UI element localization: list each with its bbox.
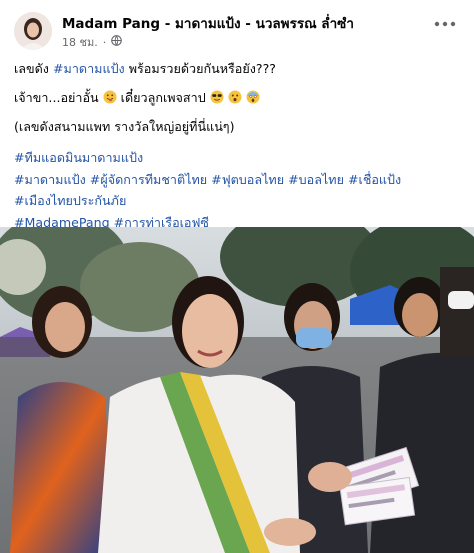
caption-line-1: เลขดัง #มาดามแป้ง พร้อมรวยด้วยกันหรือยัง…	[14, 60, 464, 78]
caption-text: เจ้าขา...อย่าอั้น	[14, 90, 99, 105]
sunglasses-emoji-icon	[206, 90, 228, 105]
separator-dot: ·	[102, 35, 107, 49]
post-meta: 18 ชม. ·	[62, 33, 123, 51]
post-timestamp[interactable]: 18 ชม.	[62, 33, 98, 51]
author-avatar[interactable]	[14, 12, 52, 50]
hashtag-link[interactable]: #ผู้จัดการทีมชาติไทย	[90, 172, 207, 187]
hashtag-link[interactable]: #มาดามแป้ง	[14, 172, 86, 187]
hushed-emoji-icon	[228, 90, 246, 105]
caption-line-3: (เลขดังสนามแพท รางวัลใหญ่อยู่ที่นี่แน่ๆ)	[14, 119, 235, 134]
caption-line-2: เจ้าขา...อย่าอั้น เดี๋ยวลูกเพจสาป	[14, 89, 464, 107]
facebook-post: Madam Pang - มาดามแป้ง - นวลพรรณ ล่ำซำ 1…	[0, 0, 474, 553]
hashtag-row: #ทีมแอดมินมาดามแป้ง	[14, 147, 464, 169]
post-caption: เลขดัง #มาดามแป้ง พร้อมรวยด้วยกันหรือยัง…	[14, 60, 464, 233]
caption-text: เลขดัง	[14, 61, 53, 76]
hashtag-list: #ทีมแอดมินมาดามแป้ง #มาดามแป้ง #ผู้จัดกา…	[14, 147, 464, 233]
caption-text: พร้อมรวยด้วยกันหรือยัง???	[124, 61, 276, 76]
hashtag-link[interactable]: #มาดามแป้ง	[53, 61, 125, 76]
scream-emoji-icon	[246, 90, 260, 105]
hashtag-link[interactable]: #เชื่อแป้ง	[348, 172, 401, 187]
post-header: Madam Pang - มาดามแป้ง - นวลพรรณ ล่ำซำ 1…	[0, 0, 474, 56]
caption-text: เดี๋ยวลูกเพจสาป	[120, 90, 206, 105]
hashtag-link[interactable]: #ฟุตบอลไทย	[211, 172, 284, 187]
globe-icon	[111, 35, 123, 49]
hashtag-row: #มาดามแป้ง #ผู้จัดการทีมชาติไทย #ฟุตบอลไ…	[14, 169, 464, 191]
hashtag-row: #เมืองไทยประกันภัย	[14, 190, 464, 212]
tongue-emoji-icon	[99, 90, 121, 105]
author-name[interactable]: Madam Pang - มาดามแป้ง - นวลพรรณ ล่ำซำ	[62, 12, 354, 34]
post-photo[interactable]	[0, 227, 474, 553]
more-options-icon[interactable]	[432, 16, 458, 36]
hashtag-link[interactable]: #บอลไทย	[288, 172, 344, 187]
hashtag-link[interactable]: #เมืองไทยประกันภัย	[14, 193, 126, 208]
hashtag-link[interactable]: #ทีมแอดมินมาดามแป้ง	[14, 150, 143, 165]
